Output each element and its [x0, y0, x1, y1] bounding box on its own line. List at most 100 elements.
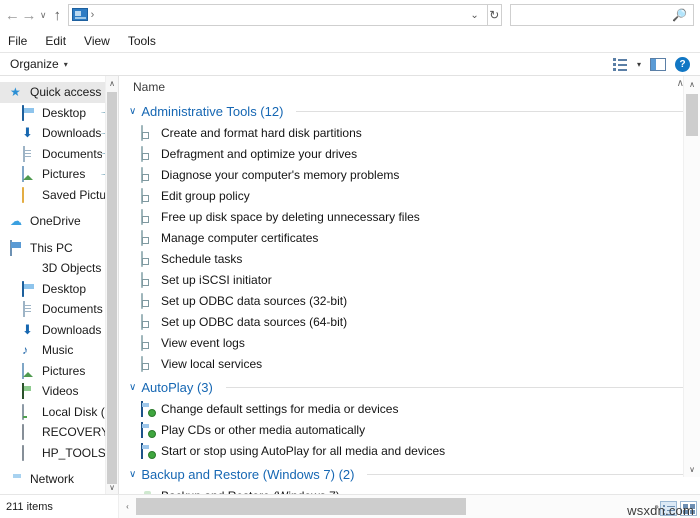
sidebar-item-documents-pc[interactable]: Documents — [0, 299, 118, 320]
list-item[interactable]: Edit group policy — [129, 185, 700, 206]
sidebar-item-hp-tools-f[interactable]: HP_TOOLS (F:) — [0, 443, 118, 464]
sidebar-scrollbar[interactable]: ∧ ∨ — [105, 76, 118, 494]
view-options-chevron-down-icon[interactable]: ▾ — [637, 60, 641, 69]
menu-bar: File Edit View Tools — [0, 30, 700, 52]
organize-button[interactable]: Organize ▾ — [10, 57, 68, 71]
sidebar-item-downloads[interactable]: ⬇ Downloads 📌 — [0, 123, 118, 144]
group-administrative-tools: ∨ Administrative Tools (12) Create and f… — [129, 100, 700, 374]
list-item[interactable]: Schedule tasks — [129, 248, 700, 269]
sidebar-item-pictures-pc[interactable]: Pictures — [0, 361, 118, 382]
sidebar-item-saved-pictures[interactable]: Saved Pictures — [0, 185, 118, 206]
monitor-icon — [22, 280, 37, 297]
sidebar-item-onedrive[interactable]: ☁ OneDrive — [0, 211, 118, 232]
sidebar-scroll-up-icon[interactable]: ∧ — [106, 76, 118, 90]
document-icon — [22, 301, 37, 318]
list-item[interactable]: Set up iSCSI initiator — [129, 269, 700, 290]
list-item[interactable]: Defragment and optimize your drives — [129, 143, 700, 164]
menu-item-view[interactable]: View — [84, 34, 110, 48]
list-item[interactable]: Play CDs or other media automatically — [129, 419, 700, 440]
tool-shortcut-icon — [141, 250, 155, 267]
sidebar-item-recovery-e[interactable]: RECOVERY (E:) — [0, 422, 118, 443]
list-item[interactable]: Create and format hard disk partitions — [129, 122, 700, 143]
help-icon[interactable]: ? — [675, 56, 690, 72]
list-item-label: Start or stop using AutoPlay for all med… — [161, 443, 446, 458]
menu-item-edit[interactable]: Edit — [45, 34, 66, 48]
search-input[interactable] — [517, 8, 673, 22]
group-header[interactable]: ∨ Backup and Restore (Windows 7) (2) — [129, 463, 700, 485]
chevron-down-icon[interactable]: ∨ — [129, 469, 136, 480]
search-box[interactable]: 🔍 — [510, 4, 694, 26]
list-item[interactable]: Start or stop using AutoPlay for all med… — [129, 440, 700, 461]
sidebar-item-this-pc[interactable]: This PC — [0, 238, 118, 259]
list-item-label: Create and format hard disk partitions — [161, 125, 362, 140]
sidebar-item-pictures[interactable]: Pictures 📌 — [0, 164, 118, 185]
list-item-label: Diagnose your computer's memory problems — [161, 167, 400, 182]
file-list-scrollbar[interactable]: ∧ ∨ — [683, 76, 700, 477]
sidebar-item-downloads-pc[interactable]: ⬇ Downloads — [0, 320, 118, 341]
drive-icon — [22, 444, 37, 461]
sidebar-scroll-down-icon[interactable]: ∨ — [106, 480, 118, 494]
list-item[interactable]: Free up disk space by deleting unnecessa… — [129, 206, 700, 227]
sidebar-item-desktop[interactable]: Desktop 📌 — [0, 103, 118, 124]
command-bar-right: ▾ ? — [612, 56, 694, 72]
sidebar-scrollbar-thumb[interactable] — [107, 92, 117, 484]
scrollbar-thumb[interactable] — [686, 94, 698, 136]
list-item[interactable]: Manage computer certificates — [129, 227, 700, 248]
group-header[interactable]: ∨ Administrative Tools (12) — [129, 100, 700, 122]
sidebar-item-quick-access[interactable]: ★ Quick access — [0, 82, 118, 103]
picture-icon — [22, 166, 37, 183]
hard-disk-icon — [22, 403, 37, 420]
control-panel-icon — [71, 8, 88, 22]
tool-shortcut-icon — [141, 145, 155, 162]
menu-item-tools[interactable]: Tools — [128, 34, 156, 48]
list-item[interactable]: View event logs — [129, 332, 700, 353]
column-header-name[interactable]: Name — [133, 80, 165, 94]
sidebar-item-documents[interactable]: Documents 📌 — [0, 144, 118, 165]
address-bar[interactable]: › ⌄ — [67, 4, 488, 26]
up-arrow-icon[interactable]: ↑ — [49, 3, 66, 27]
list-item-label: Defragment and optimize your drives — [161, 146, 358, 161]
group-header[interactable]: ∨ AutoPlay (3) — [129, 376, 700, 398]
sidebar-item-music[interactable]: ♪ Music — [0, 340, 118, 361]
navigation-pane: ★ Quick access Desktop 📌 ⬇ Downloads 📌 D… — [0, 76, 118, 494]
sidebar-item-network[interactable]: Network — [0, 469, 118, 490]
list-item[interactable]: Set up ODBC data sources (32-bit) — [129, 290, 700, 311]
scroll-up-icon[interactable]: ∧ — [684, 76, 700, 92]
chevron-down-icon[interactable]: ∨ — [129, 382, 136, 393]
tool-shortcut-icon — [141, 313, 155, 330]
list-item-label: Set up ODBC data sources (64-bit) — [161, 314, 348, 329]
drive-icon — [22, 424, 37, 441]
scroll-down-icon[interactable]: ∨ — [684, 461, 700, 477]
list-item[interactable]: View local services — [129, 353, 700, 374]
forward-arrow-icon[interactable]: → — [21, 3, 38, 27]
view-options-icon[interactable] — [612, 57, 628, 71]
menu-item-file[interactable]: File — [8, 34, 27, 48]
sidebar-item-videos[interactable]: Videos — [0, 381, 118, 402]
horizontal-scrollbar[interactable]: ‹ › — [118, 495, 700, 518]
back-arrow-icon[interactable]: ← — [4, 3, 21, 27]
group-header-label: Administrative Tools (12) — [141, 103, 284, 119]
list-item[interactable]: Set up ODBC data sources (64-bit) — [129, 311, 700, 332]
address-dropdown-icon[interactable]: ⌄ — [465, 10, 485, 21]
breadcrumb-separator: › — [90, 9, 95, 21]
sidebar-item-desktop-pc[interactable]: Desktop — [0, 279, 118, 300]
recent-locations-chevron-down-icon[interactable]: ∨ — [37, 3, 49, 27]
sidebar-item-local-disk-c[interactable]: Local Disk (C:) — [0, 402, 118, 423]
list-item[interactable]: Diagnose your computer's memory problems — [129, 164, 700, 185]
hscrollbar-thumb[interactable] — [136, 498, 466, 515]
sidebar-item-label: Documents — [42, 146, 102, 161]
music-note-icon: ♪ — [22, 343, 28, 358]
list-item[interactable]: Change default settings for media or dev… — [129, 398, 700, 419]
search-icon: 🔍 — [672, 8, 687, 22]
sidebar-item-label: Downloads — [42, 126, 102, 141]
preview-pane-icon[interactable] — [650, 57, 666, 71]
sidebar-item-3d-objects[interactable]: 3D Objects — [0, 258, 118, 279]
group-header-rule — [296, 110, 684, 112]
list-item[interactable]: Backup and Restore (Windows 7) — [129, 485, 700, 495]
cloud-icon: ☁ — [10, 214, 22, 229]
file-list: ∨ Administrative Tools (12) Create and f… — [119, 98, 700, 494]
chevron-down-icon[interactable]: ∨ — [129, 106, 136, 117]
hscroll-left-icon[interactable]: ‹ — [119, 502, 136, 511]
tool-shortcut-icon — [141, 166, 155, 183]
refresh-button[interactable]: ↻ — [487, 4, 503, 26]
